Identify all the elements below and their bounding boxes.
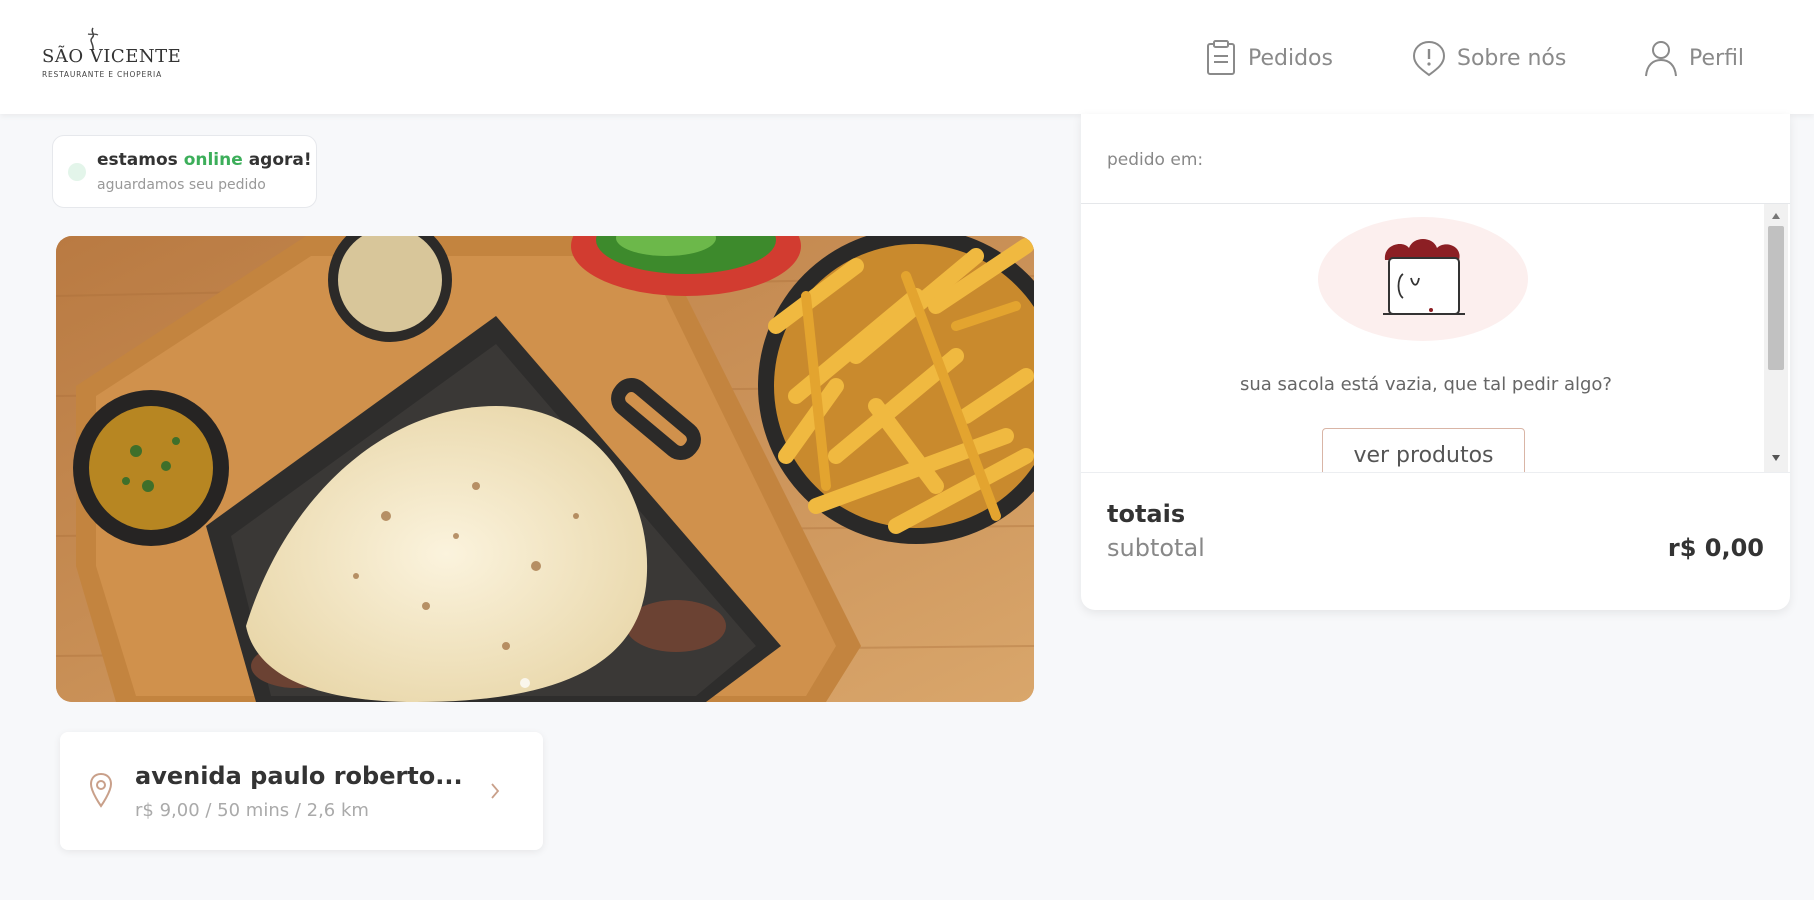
cart-scrollbar[interactable] [1764, 204, 1788, 472]
top-header: SÃO VICENTE RESTAURANTE E CHOPERIA Pedid… [0, 0, 1814, 114]
food-banner-image[interactable] [56, 236, 1034, 702]
delivery-address-card[interactable]: avenida paulo roberto... r$ 9,00 / 50 mi… [60, 732, 543, 850]
location-pin-icon [89, 772, 113, 808]
address-street: avenida paulo roberto... [135, 762, 463, 790]
restaurant-logo[interactable]: SÃO VICENTE RESTAURANTE E CHOPERIA [42, 26, 182, 86]
cart-panel: pedido em: sua sacola está vazia, que ta… [1081, 114, 1790, 610]
cart-items-area[interactable]: sua sacola está vazia, que tal pedir alg… [1081, 204, 1790, 472]
nav-orders-label: Pedidos [1248, 45, 1333, 71]
nav-orders[interactable]: Pedidos [1204, 36, 1333, 80]
address-delivery-info: r$ 9,00 / 50 mins / 2,6 km [135, 800, 369, 821]
user-icon [1645, 41, 1677, 77]
totals-divider [1081, 472, 1790, 473]
scroll-down-icon[interactable] [1771, 454, 1781, 462]
online-dot-icon [68, 163, 86, 181]
nav-about[interactable]: Sobre nós [1411, 36, 1566, 80]
scroll-up-icon[interactable] [1771, 212, 1781, 220]
carousel-dot[interactable] [520, 678, 530, 688]
chevron-right-icon[interactable] [490, 732, 500, 850]
receipt-icon [1207, 40, 1235, 75]
nav-profile[interactable]: Perfil [1643, 36, 1744, 80]
totals-heading: totais [1107, 500, 1186, 528]
subtotal-value: r$ 0,00 [1667, 534, 1764, 562]
info-icon [1412, 40, 1446, 77]
nav-profile-label: Perfil [1689, 45, 1745, 71]
online-status-badge: estamos online agora! aguardamos seu ped… [52, 135, 317, 208]
scrollbar-thumb[interactable] [1768, 226, 1784, 370]
subtotal-label: subtotal [1107, 534, 1205, 562]
nav-about-label: Sobre nós [1457, 45, 1567, 71]
cart-empty-message: sua sacola está vazia, que tal pedir alg… [1240, 374, 1612, 395]
chef-mascot-illustration [1318, 217, 1528, 341]
logo-subtitle: RESTAURANTE E CHOPERIA [42, 70, 162, 79]
order-in-label: pedido em: [1107, 150, 1204, 170]
online-status-subtitle: aguardamos seu pedido [97, 177, 266, 193]
see-products-button[interactable]: ver produtos [1322, 428, 1525, 472]
logo-name: SÃO VICENTE [42, 46, 182, 67]
online-status-text: estamos online agora! [97, 150, 312, 170]
food-photo [56, 236, 1034, 702]
